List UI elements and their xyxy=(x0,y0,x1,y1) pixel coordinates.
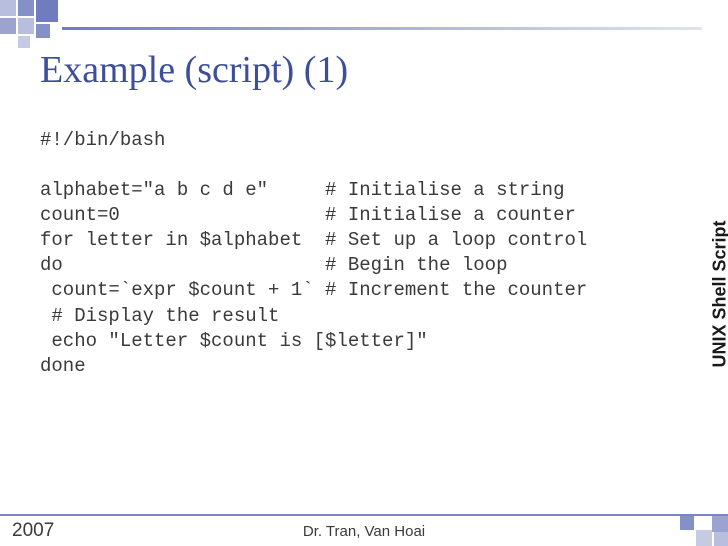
deco-square xyxy=(696,530,712,546)
deco-square xyxy=(36,24,50,38)
deco-square xyxy=(18,36,30,48)
deco-square xyxy=(712,516,728,532)
deco-square xyxy=(0,0,16,16)
header-divider xyxy=(62,27,702,30)
deco-square xyxy=(680,516,694,530)
footer: 2007 Dr. Tran, Van Hoai xyxy=(0,514,728,546)
deco-square xyxy=(714,532,728,546)
side-label: UNIX Shell Script xyxy=(710,221,728,368)
deco-square xyxy=(18,0,34,16)
slide-title: Example (script) (1) xyxy=(40,48,348,92)
deco-square xyxy=(0,18,16,34)
footer-author: Dr. Tran, Van Hoai xyxy=(303,523,425,540)
deco-square xyxy=(36,0,58,22)
code-example: #!/bin/bash alphabet="a b c d e" # Initi… xyxy=(40,128,587,379)
deco-square xyxy=(18,18,34,34)
footer-year: 2007 xyxy=(12,520,54,542)
